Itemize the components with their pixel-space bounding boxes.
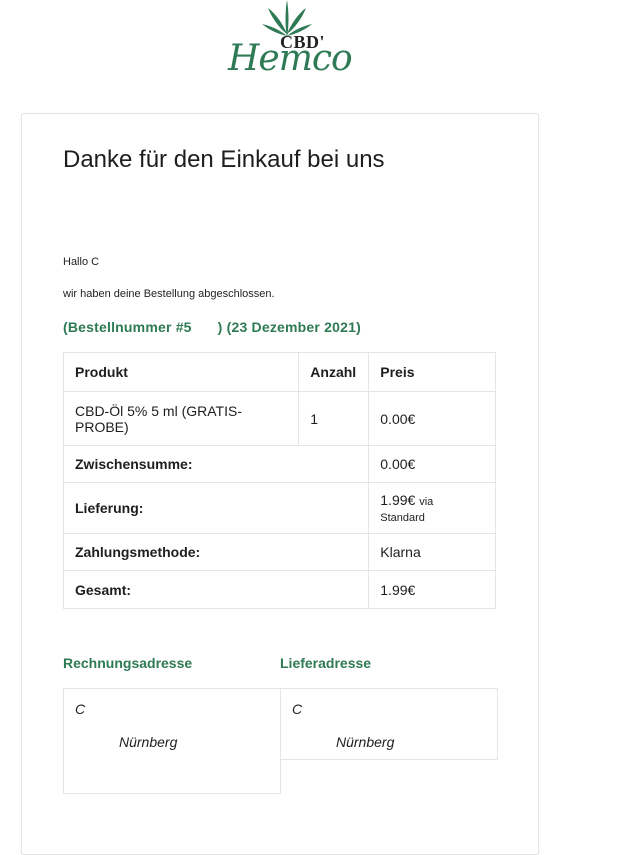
subtotal-row: Zwischensumme: 0.00€ [62, 445, 496, 483]
shipping-city: Nürnberg [336, 734, 395, 750]
total-label: Gesamt: [62, 570, 370, 609]
payment-label: Zahlungsmethode: [62, 533, 370, 571]
shipping-value: 1.99€ [380, 492, 416, 508]
subtotal-value: 0.00€ [368, 445, 496, 483]
logo-wordmark-script: Hemco [228, 38, 353, 79]
billing-address-title: Rechnungsadresse [63, 655, 193, 671]
greeting-text: Hallo C [63, 256, 100, 268]
total-value: 1.99€ [368, 570, 496, 609]
shipping-address-box: C Nürnberg [280, 688, 498, 760]
table-row: CBD-Öl 5% 5 ml (GRATIS-PROBE) 1 0.00€ [62, 391, 496, 446]
item-product: CBD-Öl 5% 5 ml (GRATIS-PROBE) [62, 391, 300, 446]
order-number-prefix: (Bestellnummer #5 [63, 319, 192, 335]
billing-city: Nürnberg [119, 734, 178, 750]
shipping-label: Lieferung: [62, 482, 370, 534]
billing-address-box: C Nürnberg [63, 688, 281, 794]
shipping-method: Standard [380, 512, 425, 524]
header-qty: Anzahl [298, 352, 370, 392]
order-number-title: (Bestellnummer #5 ) (23 Dezember 2021) [63, 319, 361, 335]
shipping-row: Lieferung: 1.99€ via Standard [62, 482, 496, 534]
table-header-row: Produkt Anzahl Preis [62, 352, 496, 392]
payment-value: Klarna [368, 533, 496, 571]
item-qty: 1 [298, 391, 370, 446]
item-price: 0.00€ [368, 391, 496, 446]
shipping-name: C [292, 701, 303, 717]
billing-name: C [75, 701, 86, 717]
payment-row: Zahlungsmethode: Klarna [62, 533, 496, 571]
total-row: Gesamt: 1.99€ [62, 570, 496, 609]
order-date: ) (23 Dezember 2021) [217, 319, 361, 335]
subtotal-label: Zwischensumme: [62, 445, 370, 483]
brand-logo: CBD' Hemco [222, 0, 353, 88]
shipping-via: via [419, 496, 434, 508]
order-complete-notice: wir haben deine Bestellung abgeschlossen… [63, 288, 275, 300]
email-heading: Danke für den Einkauf bei uns [63, 146, 385, 173]
shipping-value-cell: 1.99€ via Standard [368, 482, 496, 534]
shipping-address-title: Lieferadresse [280, 655, 372, 671]
header-price: Preis [368, 352, 496, 392]
order-table: Produkt Anzahl Preis CBD-Öl 5% 5 ml (GRA… [62, 352, 496, 609]
header-product: Produkt [62, 352, 300, 392]
